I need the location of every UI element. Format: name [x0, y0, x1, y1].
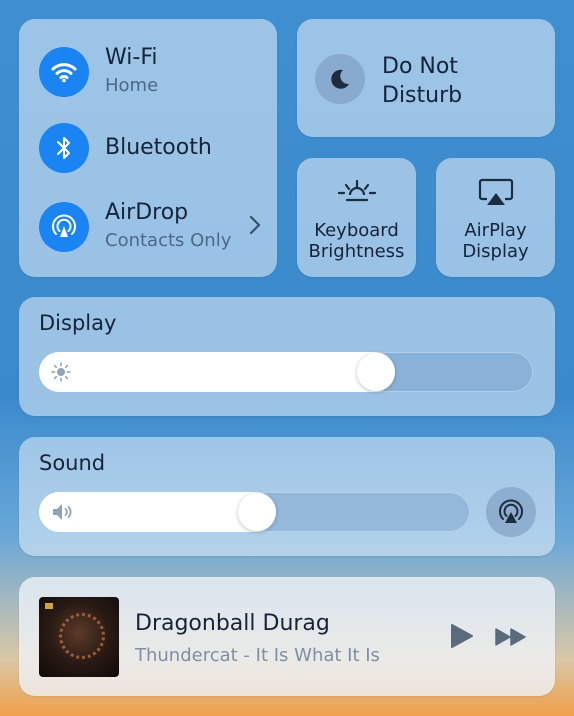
wifi-status: Home [105, 75, 159, 96]
wifi-toggle[interactable] [39, 46, 89, 97]
do-not-disturb-toggle[interactable] [315, 54, 365, 104]
dnd-line1: Do Not [382, 54, 458, 79]
play-icon[interactable] [447, 622, 475, 650]
display-brightness-slider[interactable] [39, 352, 533, 392]
speaker-icon [53, 504, 72, 520]
keyboard-brightness-label: Keyboard Brightness [297, 220, 416, 262]
chevron-right-icon[interactable] [249, 215, 261, 235]
album-art-detail [45, 603, 53, 609]
bluetooth-icon [57, 137, 70, 159]
fast-forward-icon[interactable] [494, 627, 528, 647]
album-artwork[interactable] [39, 597, 119, 677]
moon-icon [331, 69, 349, 89]
display-slider-knob[interactable] [357, 353, 395, 391]
airdrop-row[interactable]: AirDrop Contacts Only [39, 200, 231, 253]
wifi-label: Wi-Fi [105, 45, 158, 70]
keyboard-brightness-tile[interactable]: Keyboard Brightness [297, 158, 416, 277]
bluetooth-label: Bluetooth [105, 135, 212, 160]
dnd-line2: Disturb [382, 83, 463, 108]
display-tile: Display [19, 297, 555, 416]
ap-line2: Display [462, 241, 529, 262]
airdrop-status: Contacts Only [105, 230, 232, 251]
do-not-disturb-tile[interactable]: Do Not Disturb [297, 19, 555, 137]
airplay-icon [478, 178, 513, 205]
display-slider-fill [39, 352, 395, 392]
volume-slider-knob[interactable] [238, 493, 276, 531]
sound-label: Sound [39, 451, 106, 475]
bluetooth-toggle[interactable] [39, 123, 89, 173]
track-title: Dragonball Durag [135, 611, 330, 636]
keyboard-brightness-icon [337, 179, 376, 202]
wifi-icon [51, 62, 77, 82]
now-playing-tile: Dragonball Durag Thundercat - It Is What… [19, 577, 555, 696]
do-not-disturb-label: Do Not Disturb [382, 52, 532, 110]
album-art-detail [59, 613, 105, 659]
airdrop-icon [52, 214, 76, 237]
volume-slider[interactable] [39, 492, 470, 532]
wifi-row[interactable]: Wi-Fi Home [39, 45, 158, 98]
airdrop-label: AirDrop [105, 200, 189, 225]
sun-icon [51, 362, 71, 382]
airplay-display-label: AirPlay Display [436, 220, 555, 262]
sound-tile: Sound [19, 437, 555, 556]
display-label: Display [39, 311, 117, 335]
airplay-audio-icon [499, 499, 523, 523]
bluetooth-row[interactable]: Bluetooth [39, 123, 212, 173]
ap-line1: AirPlay [464, 220, 527, 241]
airdrop-toggle[interactable] [39, 201, 89, 252]
network-tile: Wi-Fi Home Bluetooth AirDrop Contacts On… [19, 19, 277, 277]
track-artist: Thundercat - It Is What It Is [135, 645, 380, 666]
airplay-display-tile[interactable]: AirPlay Display [436, 158, 555, 277]
kb-line1: Keyboard [314, 220, 399, 241]
kb-line2: Brightness [308, 241, 405, 262]
airplay-audio-button[interactable] [486, 487, 536, 537]
